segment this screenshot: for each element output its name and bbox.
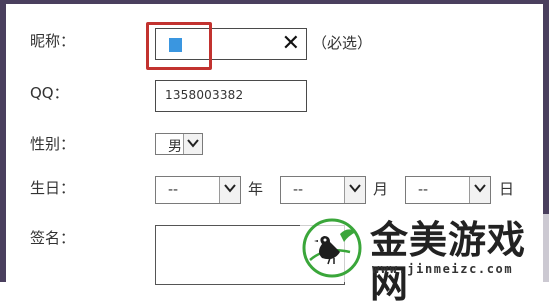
qq-value: 1358003382 — [165, 88, 244, 102]
qq-input[interactable]: 1358003382 — [155, 80, 307, 112]
month-unit: 月 — [373, 180, 389, 198]
qq-label: QQ： — [30, 84, 69, 102]
close-icon[interactable]: ✕ — [282, 32, 300, 56]
month-selected-value: -- — [293, 182, 304, 198]
birthday-label: 生日： — [30, 179, 76, 197]
chevron-down-icon[interactable] — [183, 134, 202, 154]
bird-logo-icon — [300, 216, 364, 284]
watermark-url: www.jinmeizc.com — [372, 262, 514, 276]
window-frame-left — [0, 0, 6, 282]
nickname-label: 昵称： — [30, 32, 76, 50]
day-selected-value: -- — [418, 182, 429, 198]
required-note: （必选） — [312, 34, 373, 52]
gender-label: 性别： — [30, 135, 76, 153]
chevron-down-icon[interactable] — [469, 177, 490, 203]
chevron-down-icon[interactable] — [344, 177, 365, 203]
focus-highlight — [146, 22, 212, 70]
day-unit: 日 — [499, 180, 515, 198]
signature-label: 签名： — [30, 229, 76, 247]
birthday-year-select[interactable]: -- — [155, 176, 241, 204]
birthday-month-select[interactable]: -- — [280, 176, 366, 204]
year-selected-value: -- — [168, 182, 179, 198]
year-unit: 年 — [248, 180, 264, 198]
window-frame-top — [0, 0, 549, 4]
birthday-day-select[interactable]: -- — [405, 176, 491, 204]
chevron-down-icon[interactable] — [219, 177, 240, 203]
gender-selected-value: 男 — [168, 139, 182, 155]
gender-select[interactable]: 男 — [155, 133, 203, 155]
